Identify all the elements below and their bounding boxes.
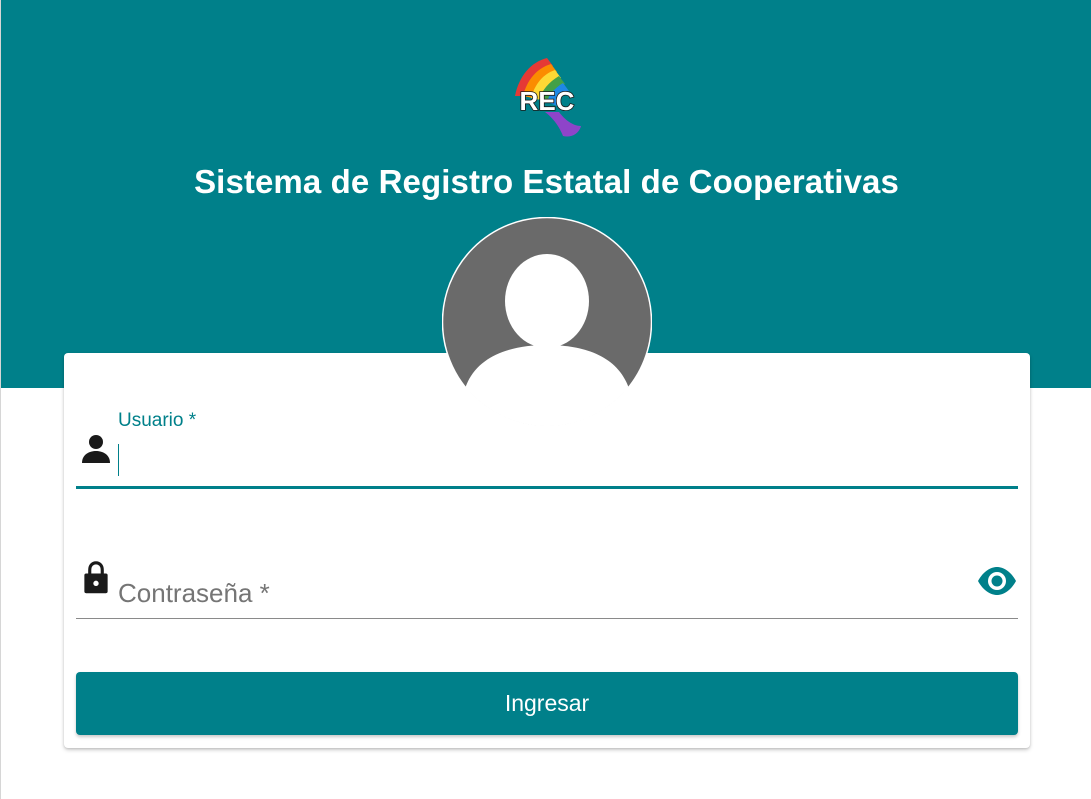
- lock-icon: [84, 561, 108, 594]
- eye-icon[interactable]: [976, 564, 1018, 598]
- username-underline: [76, 486, 1018, 489]
- default-avatar-icon: [442, 217, 652, 427]
- svg-text:REC: REC: [520, 86, 575, 116]
- username-label: Usuario *: [118, 410, 197, 431]
- login-page: REC Sistema de Registro Estatal de Coope…: [0, 0, 1091, 799]
- text-caret: [118, 444, 119, 476]
- login-button[interactable]: Ingresar: [76, 672, 1018, 735]
- password-input[interactable]: [118, 574, 968, 612]
- page-title: Sistema de Registro Estatal de Cooperati…: [194, 163, 899, 200]
- person-icon: [82, 435, 110, 463]
- username-input[interactable]: [118, 440, 1008, 480]
- rec-logo: REC: [515, 58, 581, 137]
- password-underline: [76, 618, 1018, 619]
